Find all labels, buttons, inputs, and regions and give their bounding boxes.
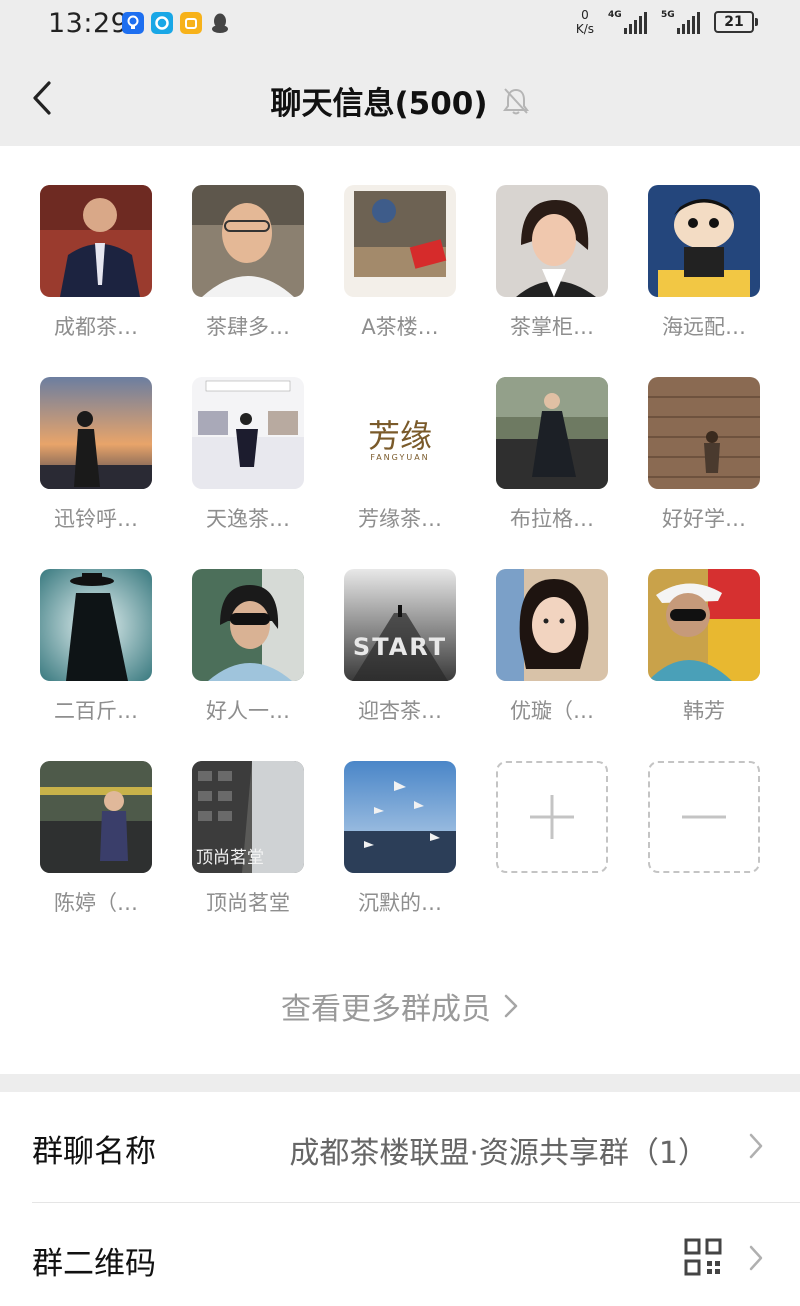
member-name: 茶掌柜…: [510, 315, 594, 339]
qq-penguin-icon: [209, 12, 231, 34]
member-tile[interactable]: 迅铃呼…: [40, 377, 152, 531]
member-name: 优璇（…: [510, 699, 594, 723]
qr-code-icon: [684, 1238, 722, 1276]
nav-bar: 聊天信息(500): [0, 50, 800, 146]
member-avatar: START: [344, 569, 456, 681]
group-name-label: 群聊名称: [32, 1134, 156, 1170]
member-name: 迅铃呼…: [54, 507, 138, 531]
page-title: 聊天信息(500): [270, 86, 488, 122]
group-qr-label: 群二维码: [32, 1246, 156, 1282]
view-more-members-link[interactable]: 查看更多群成员: [0, 984, 800, 1028]
member-tile[interactable]: 芳缘 FANGYUAN 芳缘茶…: [344, 377, 456, 531]
member-avatar: [344, 185, 456, 297]
member-avatar: [496, 185, 608, 297]
member-name: A茶楼…: [361, 315, 439, 339]
member-tile[interactable]: 布拉格…: [496, 377, 608, 531]
lightbulb-app-icon: [122, 12, 144, 34]
member-tile[interactable]: START 迎杏茶…: [344, 569, 456, 723]
network-speed: 0 K/s: [575, 8, 594, 36]
members-grid: 成都茶… 茶肆多… A茶楼… 茶掌柜… 海远配… 迅铃呼… 天逸茶… 芳缘 FA…: [40, 185, 760, 915]
member-tile[interactable]: 顶尚茗堂 顶尚茗堂: [192, 761, 304, 915]
member-avatar-start-text: START: [352, 633, 448, 661]
member-avatar: [496, 569, 608, 681]
member-name: 好人一…: [206, 699, 290, 723]
browser-app-icon: [151, 12, 173, 34]
member-name: 茶肆多…: [206, 315, 290, 339]
member-avatar: [40, 185, 152, 297]
member-tile[interactable]: 海远配…: [648, 185, 760, 339]
status-time: 13:29: [48, 8, 129, 39]
settings-card: 群聊名称 成都茶楼联盟·资源共享群（1） 群二维码: [0, 1092, 800, 1306]
member-tile[interactable]: 好好学…: [648, 377, 760, 531]
member-tile[interactable]: 好人一…: [192, 569, 304, 723]
member-name: 二百斤…: [54, 699, 138, 723]
member-name: 陈婷（…: [54, 891, 138, 915]
member-tile[interactable]: A茶楼…: [344, 185, 456, 339]
member-avatar: [40, 761, 152, 873]
member-name: 成都茶…: [54, 315, 138, 339]
member-avatar: [496, 377, 608, 489]
member-name: 韩芳: [683, 699, 725, 723]
member-avatar: [648, 569, 760, 681]
member-name: 沉默的…: [358, 891, 442, 915]
member-avatar-logo-subtext: FANGYUAN: [370, 453, 430, 462]
minus-icon: [682, 815, 726, 819]
member-avatar: [648, 377, 760, 489]
chevron-right-icon: [504, 994, 518, 1018]
member-avatar: 顶尚茗堂: [192, 761, 304, 873]
box-app-icon: [180, 12, 202, 34]
muted-bell-icon: [502, 87, 529, 114]
members-card: 成都茶… 茶肆多… A茶楼… 茶掌柜… 海远配… 迅铃呼… 天逸茶… 芳缘 FA…: [0, 146, 800, 1074]
member-tile[interactable]: 韩芳: [648, 569, 760, 723]
member-avatar-sign-text: 顶尚茗堂: [196, 848, 264, 868]
signal-5g-icon: 5G: [661, 10, 700, 34]
chevron-right-icon: [749, 1133, 763, 1159]
member-avatar: [648, 185, 760, 297]
group-name-value: 成都茶楼联盟·资源共享群（1）: [289, 1136, 708, 1171]
member-avatar: [192, 569, 304, 681]
member-name: 芳缘茶…: [358, 507, 442, 531]
plus-icon: [530, 795, 574, 839]
member-tile[interactable]: 茶肆多…: [192, 185, 304, 339]
member-name: 海远配…: [662, 315, 746, 339]
member-avatar: 芳缘 FANGYUAN: [344, 377, 456, 489]
member-name: 好好学…: [662, 507, 746, 531]
member-avatar: [192, 185, 304, 297]
status-indicators: 0 K/s 4G 5G 21: [575, 8, 758, 36]
member-name: 迎杏茶…: [358, 699, 442, 723]
group-name-row[interactable]: 群聊名称 成都茶楼联盟·资源共享群（1）: [0, 1092, 800, 1203]
battery-icon: 21: [714, 11, 758, 33]
view-more-members-label: 查看更多群成员: [281, 992, 491, 1027]
member-avatar-logo-text: 芳缘: [367, 417, 432, 455]
member-tile[interactable]: 沉默的…: [344, 761, 456, 915]
member-name: 顶尚茗堂: [206, 891, 290, 915]
member-avatar: [192, 377, 304, 489]
member-tile[interactable]: 成都茶…: [40, 185, 152, 339]
signal-4g-icon: 4G: [608, 10, 647, 34]
row-divider: [32, 1202, 800, 1203]
member-avatar: [40, 377, 152, 489]
member-tile[interactable]: 陈婷（…: [40, 761, 152, 915]
member-tile[interactable]: 天逸茶…: [192, 377, 304, 531]
member-avatar: [344, 761, 456, 873]
member-tile[interactable]: 二百斤…: [40, 569, 152, 723]
add-member-button[interactable]: [496, 761, 608, 873]
remove-member-button[interactable]: [648, 761, 760, 873]
status-bar: 13:29 0 K/s 4G 5G 21: [0, 0, 800, 50]
group-qr-row[interactable]: 群二维码: [0, 1204, 800, 1306]
chevron-right-icon: [749, 1245, 763, 1271]
member-name: 布拉格…: [510, 507, 594, 531]
notification-icons: [122, 12, 231, 34]
member-name: 天逸茶…: [206, 507, 290, 531]
member-tile[interactable]: 茶掌柜…: [496, 185, 608, 339]
member-avatar: [40, 569, 152, 681]
member-tile[interactable]: 优璇（…: [496, 569, 608, 723]
